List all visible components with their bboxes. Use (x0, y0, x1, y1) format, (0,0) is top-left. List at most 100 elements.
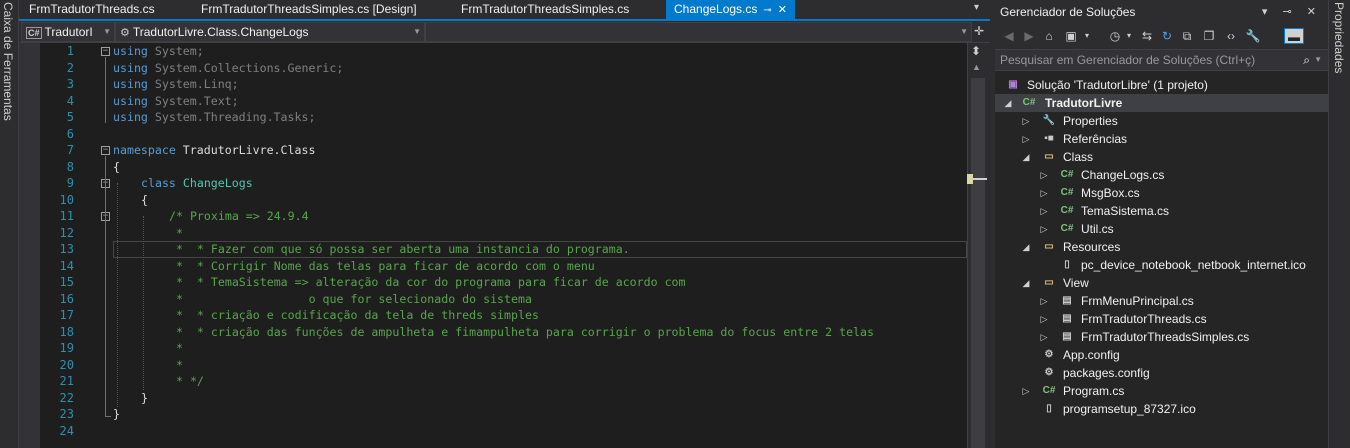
pin-icon[interactable]: ⊸ (763, 5, 771, 16)
line-number: 5 (66, 110, 74, 124)
wrench-icon[interactable]: 🔧 (1245, 28, 1261, 44)
add-split-icon[interactable]: ✛ (974, 24, 984, 38)
scroll-up-icon[interactable]: ▲ (972, 62, 981, 72)
tab-overflow-icon[interactable]: ▾ (974, 2, 988, 16)
chevron-down-icon[interactable]: ▾ (1079, 28, 1095, 44)
properties-strip[interactable]: Propriedades (1328, 0, 1350, 448)
tree-item-packages-config[interactable]: ⚙ packages.config (995, 364, 1328, 382)
comment-line: * * criação e codificação da tela de thr… (169, 308, 539, 322)
tree-item-msgbox[interactable]: ▷ C# MsgBox.cs (995, 184, 1328, 202)
project-dropdown[interactable]: C# TradutorI ▼ (21, 22, 115, 42)
tab-label: FrmTradutorThreads.cs (29, 2, 155, 16)
collapsed-icon[interactable]: ▷ (1039, 328, 1049, 346)
sync-icon[interactable]: ⇆ (1139, 28, 1155, 44)
tree-item-temasistema[interactable]: ▷ C# TemaSistema.cs (995, 202, 1328, 220)
line-number: 14 (59, 258, 74, 273)
solution-search-input[interactable]: Pesquisar em Gerenciador de Soluções (Ct… (995, 49, 1328, 71)
chevron-down-icon: ▼ (413, 27, 421, 36)
code-line: using System.Threading.Tasks; (113, 110, 316, 124)
home-icon[interactable]: ⌂ (1041, 28, 1057, 44)
tree-item-programsetup-ico[interactable]: ▯ programsetup_87327.ico (995, 400, 1328, 418)
tree-item-view-folder[interactable]: ◢ ▭ View (995, 274, 1328, 292)
collapsed-icon[interactable]: ▷ (1039, 292, 1049, 310)
project-name: TradutorI (44, 25, 93, 39)
switch-views-icon[interactable]: ▣ (1063, 28, 1079, 44)
tree-item-project[interactable]: ◢ C# TradutorLivre (995, 94, 1328, 112)
tab-frmtradutorthreadssimples-design[interactable]: FrmTradutorThreadsSimples.cs [Design] (193, 0, 425, 19)
tree-label: App.config (1063, 348, 1120, 362)
line-number: 17 (59, 308, 74, 322)
toolbox-strip[interactable]: Caixa de Ferramentas (0, 0, 19, 448)
member-dropdown[interactable]: ▼ (425, 22, 972, 42)
tree-item-frmtradutorthreadssimples[interactable]: ▷ ▤ FrmTradutorThreadsSimples.cs (995, 328, 1328, 346)
tree-label: MsgBox.cs (1081, 186, 1140, 200)
refresh-icon[interactable]: ↻ (1159, 28, 1175, 44)
tree-label: Properties (1063, 114, 1118, 128)
expanded-icon[interactable]: ◢ (1021, 238, 1031, 256)
tab-changelogs[interactable]: ChangeLogs.cs ⊸ ✕ (666, 0, 795, 19)
tree-item-program[interactable]: ▷ C# Program.cs (995, 382, 1328, 400)
collapsed-icon[interactable]: ▷ (1021, 130, 1031, 148)
csharp-icon: C# (26, 27, 42, 39)
fold-guide (105, 156, 106, 417)
expanded-icon[interactable]: ◢ (1003, 94, 1013, 112)
tree-item-changelogs[interactable]: ▷ C# ChangeLogs.cs (995, 166, 1328, 184)
scrollbar-thumb[interactable] (971, 78, 985, 448)
line-number: 16 (59, 291, 74, 306)
comment-line: * (169, 341, 183, 355)
tree-item-frmmenuprincipal[interactable]: ▷ ▤ FrmMenuPrincipal.cs (995, 292, 1328, 310)
comment-line: * * TemaSistema => alteração da cor do p… (169, 275, 686, 289)
folder-icon: ▭ (1044, 241, 1054, 252)
tree-item-ico-file[interactable]: ▯ pc_device_notebook_netbook_internet.ic… (995, 256, 1328, 274)
collapsed-icon[interactable]: ▷ (1039, 184, 1049, 202)
close-icon[interactable]: ✕ (778, 4, 787, 16)
comment-line: * * Fazer com que só possa ser aberta um… (169, 242, 630, 256)
tree-item-util[interactable]: ▷ C# Util.cs (995, 220, 1328, 238)
panel-window-icons[interactable]: ▾ ⊸ ✕ (1262, 0, 1322, 24)
tree-item-resources-folder[interactable]: ◢ ▭ Resources (995, 238, 1328, 256)
back-icon[interactable]: ◀ (1001, 28, 1017, 44)
properties-label[interactable]: Propriedades (1332, 2, 1346, 73)
collapsed-icon[interactable]: ▷ (1021, 112, 1031, 130)
tree-item-frmtradutorthreads[interactable]: ▷ ▤ FrmTradutorThreads.cs (995, 310, 1328, 328)
indicator-margin (19, 43, 40, 448)
toolbox-label[interactable]: Caixa de Ferramentas (1, 2, 15, 121)
csharp-file-icon: C# (1060, 205, 1074, 216)
collapsed-icon[interactable]: ▷ (1039, 220, 1049, 238)
collapsed-icon[interactable]: ▷ (1039, 310, 1049, 328)
csharp-file-icon: C# (1060, 223, 1074, 234)
collapsed-icon[interactable]: ▷ (1021, 382, 1031, 400)
tree-item-app-config[interactable]: ⚙ App.config (995, 346, 1328, 364)
tree-item-properties[interactable]: ▷ 🔧 Properties (995, 112, 1328, 130)
tree-label: Class (1063, 150, 1094, 164)
line-number: 22 (59, 390, 74, 405)
tab-frmtradutorthreadssimples[interactable]: FrmTradutorThreadsSimples.cs (453, 0, 637, 19)
collapsed-icon[interactable]: ▷ (1039, 166, 1049, 184)
collapse-all-icon[interactable]: ⧉ (1179, 28, 1195, 44)
preview-selected-icon[interactable]: ▬ (1284, 28, 1304, 44)
form-icon: ▤ (1062, 331, 1072, 342)
code-editor[interactable]: 1 2 3 4 5 6 7 8 9 10 11 12 13 14 15 16 1… (19, 43, 967, 448)
expanded-icon[interactable]: ◢ (1021, 274, 1031, 292)
type-dropdown[interactable]: ⚙ TradutorLivre.Class.ChangeLogs ▼ (115, 22, 425, 42)
collapse-icon[interactable]: − (101, 146, 110, 155)
comment-line: * * Corrigir Nome das telas para ficar d… (169, 258, 595, 273)
tab-frmtradutorthreads[interactable]: FrmTradutorThreads.cs (21, 0, 163, 19)
tree-item-class-folder[interactable]: ◢ ▭ Class (995, 148, 1328, 166)
expanded-icon[interactable]: ◢ (1021, 148, 1031, 166)
csharp-file-icon: C# (1060, 169, 1074, 180)
chevron-down-icon[interactable]: ▾ (1121, 28, 1137, 44)
collapsed-icon[interactable]: ▷ (1039, 202, 1049, 220)
split-window-icon[interactable]: ⬍ (971, 44, 981, 58)
solution-explorer-title-bar: Gerenciador de Soluções ▾ ⊸ ✕ (995, 0, 1328, 24)
show-all-files-icon[interactable]: ❐ (1201, 28, 1217, 44)
collapse-icon[interactable]: − (101, 47, 110, 56)
tree-item-solution[interactable]: ▣ Solução 'TradutorLibre' (1 projeto) (995, 76, 1328, 94)
tree-label: FrmTradutorThreadsSimples.cs (1081, 330, 1250, 344)
search-icon[interactable]: ⌕ (1303, 50, 1310, 70)
tree-label: TradutorLivre (1045, 96, 1123, 110)
view-code-icon[interactable]: ‹› (1223, 28, 1239, 44)
forward-icon[interactable]: ▶ (1021, 28, 1037, 44)
tree-item-references[interactable]: ▷ ▪■ Referências (995, 130, 1328, 148)
chevron-down-icon[interactable]: ▼ (1314, 50, 1322, 70)
